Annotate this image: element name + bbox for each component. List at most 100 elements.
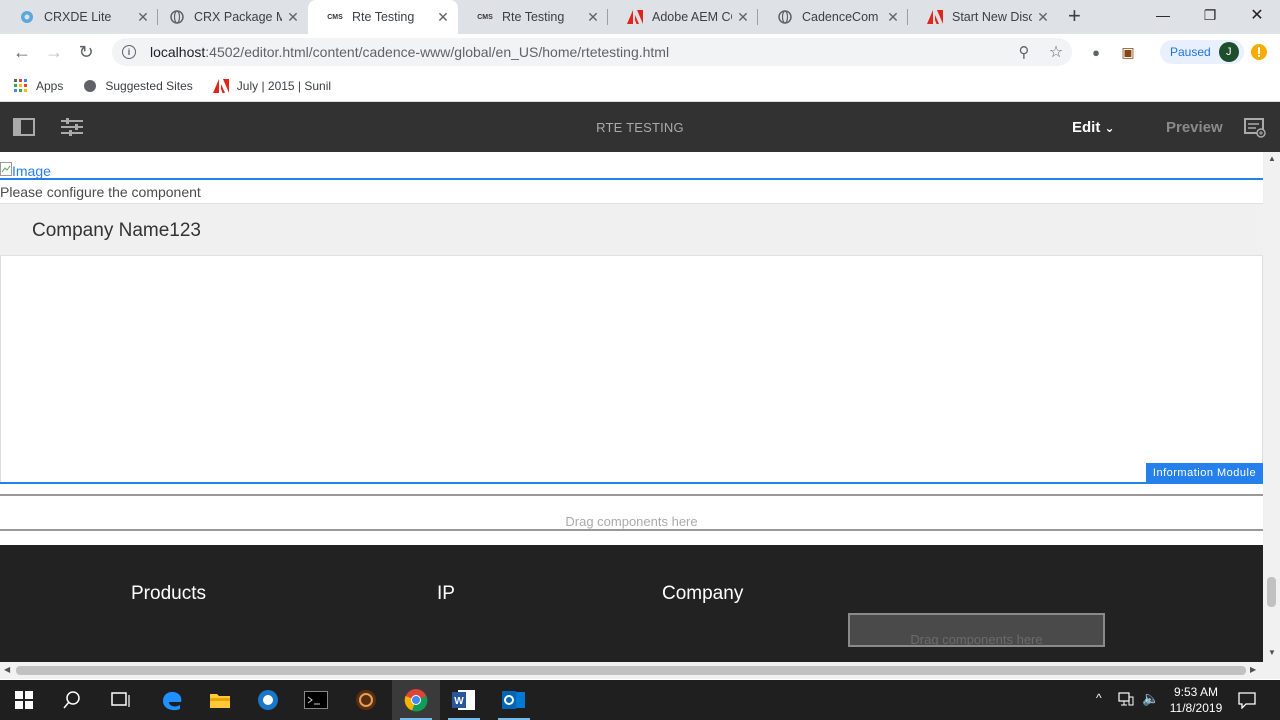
system-clock[interactable]: 9:53 AM 11/8/2019: [1166, 684, 1226, 716]
broken-image-icon: [0, 162, 12, 179]
folder-icon: [210, 694, 230, 708]
tab-title: Rte Testing: [502, 10, 565, 24]
cms-icon: CMS: [477, 13, 493, 21]
taskbar-app[interactable]: [244, 680, 292, 720]
restore-button[interactable]: ❐: [1187, 0, 1233, 30]
back-button[interactable]: ←: [10, 42, 34, 62]
action-center-icon[interactable]: [1238, 691, 1256, 714]
footer-heading-products[interactable]: Products: [131, 583, 206, 605]
mode-select-edit[interactable]: Edit ⌄: [1072, 119, 1115, 136]
page-content: Image Please configure the component Com…: [0, 152, 1263, 662]
scroll-left-arrow-icon[interactable]: ◀: [4, 665, 10, 674]
new-tab-button[interactable]: +: [1068, 4, 1081, 28]
browser-tab-active[interactable]: CMS Rte Testing ✕: [308, 0, 458, 34]
company-name: Company Name123: [32, 220, 201, 241]
clock-date: 11/8/2019: [1169, 701, 1223, 715]
task-view-button[interactable]: [96, 680, 144, 720]
footer-heading-ip[interactable]: IP: [437, 583, 455, 605]
tab-title: Rte Testing: [352, 10, 415, 24]
start-button[interactable]: [0, 680, 48, 720]
windows-logo-icon: [15, 691, 33, 709]
zoom-icon[interactable]: ⚲: [1012, 42, 1036, 62]
profile-button[interactable]: Paused J: [1160, 40, 1244, 64]
svg-text:W: W: [454, 696, 464, 707]
browser-tab[interactable]: CMS Rte Testing ✕: [458, 0, 608, 34]
bookmark-star-icon[interactable]: ☆: [1044, 42, 1068, 62]
clock-time: 9:53 AM: [1173, 685, 1219, 699]
globe-icon: [777, 9, 793, 25]
adobe-icon: [927, 9, 943, 25]
browser-tab[interactable]: CadenceCom - I ✕: [758, 0, 908, 34]
chevron-down-icon: ⌄: [1104, 121, 1115, 135]
scroll-down-arrow-icon[interactable]: ▼: [1268, 648, 1276, 657]
show-hidden-icons[interactable]: ^: [1096, 691, 1102, 705]
search-icon: [63, 691, 80, 709]
extension-icon[interactable]: ●: [1084, 42, 1108, 62]
extension-icon[interactable]: ▣: [1116, 42, 1140, 62]
cms-icon: CMS: [327, 13, 343, 21]
forward-button[interactable]: →: [42, 42, 66, 62]
adobe-icon: [212, 78, 229, 93]
scroll-up-arrow-icon[interactable]: ▲: [1268, 154, 1276, 163]
broken-image-link[interactable]: Image: [0, 162, 51, 179]
information-module-label[interactable]: Information Module: [1146, 463, 1263, 483]
edge-icon: [163, 691, 182, 711]
taskbar-word[interactable]: W: [440, 680, 488, 720]
app-icon: [356, 690, 376, 710]
divider: [0, 529, 1263, 531]
close-tab-icon[interactable]: ✕: [882, 9, 904, 26]
browser-tab[interactable]: CRX Package Ma ✕: [150, 0, 308, 34]
close-tab-icon[interactable]: ✕: [282, 9, 304, 26]
taskbar-file-explorer[interactable]: [196, 680, 244, 720]
browser-toolbar: ← → ↻ i localhost:4502/editor.html/conte…: [0, 34, 1280, 70]
preview-button[interactable]: Preview: [1166, 119, 1223, 136]
site-info-icon[interactable]: i: [122, 45, 136, 59]
footer-drag-placeholder[interactable]: Drag components here: [848, 613, 1105, 647]
browser-tab[interactable]: CRXDE Lite ✕: [0, 0, 158, 34]
bookmark-apps[interactable]: Apps: [14, 78, 63, 93]
bookmark-sunil[interactable]: July | 2015 | Sunil: [212, 78, 331, 93]
scrollbar-thumb[interactable]: [16, 666, 1246, 675]
update-alert-icon[interactable]: [1247, 42, 1271, 62]
chrome-icon: [404, 689, 428, 712]
network-icon[interactable]: [1118, 691, 1134, 712]
minimize-button[interactable]: —: [1140, 0, 1186, 30]
browser-tab-strip: CRXDE Lite ✕ CRX Package Ma ✕ CMS Rte Te…: [0, 0, 1280, 34]
terminal-icon: [304, 691, 328, 709]
scroll-right-arrow-icon[interactable]: ▶: [1250, 665, 1256, 674]
browser-tab[interactable]: Adobe AEM CQ ✕: [608, 0, 758, 34]
component-selection-line: [0, 482, 1263, 484]
configure-message: Please configure the component: [0, 184, 201, 200]
vertical-scrollbar[interactable]: ▲ ▼: [1263, 152, 1280, 662]
divider: [0, 494, 1263, 496]
browser-tab[interactable]: Start New Discu ✕: [908, 0, 1058, 34]
drag-components-placeholder[interactable]: Drag components here: [0, 514, 1263, 529]
scrollbar-thumb[interactable]: [1267, 577, 1276, 607]
address-bar[interactable]: i localhost:4502/editor.html/content/cad…: [112, 38, 1072, 66]
information-module-body[interactable]: [0, 256, 1263, 484]
close-tab-icon[interactable]: ✕: [732, 9, 754, 26]
adobe-icon: [627, 9, 643, 25]
company-header[interactable]: Company Name123: [0, 203, 1263, 256]
reload-button[interactable]: ↻: [74, 42, 98, 62]
bookmark-suggested-sites[interactable]: Suggested Sites: [83, 79, 193, 93]
volume-icon[interactable]: 🔈: [1142, 690, 1159, 707]
close-window-button[interactable]: ✕: [1234, 0, 1280, 30]
taskbar-chrome[interactable]: [392, 680, 440, 720]
taskbar-terminal[interactable]: [292, 680, 340, 720]
footer-heading-company[interactable]: Company: [662, 583, 743, 605]
search-button[interactable]: [48, 680, 96, 720]
footer: Products IP Company Drag components here: [0, 545, 1263, 662]
close-tab-icon[interactable]: ✕: [582, 9, 604, 26]
aem-editor-toolbar: RTE TESTING Edit ⌄ Preview: [0, 102, 1280, 152]
tab-title: Adobe AEM CQ: [652, 10, 732, 24]
taskbar-app[interactable]: [342, 680, 390, 720]
close-tab-icon[interactable]: ✕: [432, 9, 454, 26]
annotations-icon[interactable]: [1244, 118, 1266, 143]
tab-title: CadenceCom - I: [802, 10, 882, 24]
taskbar-outlook[interactable]: [490, 680, 538, 720]
task-view-icon: [111, 692, 130, 707]
horizontal-scrollbar[interactable]: ◀ ▶: [0, 662, 1280, 679]
taskbar-edge[interactable]: [148, 680, 196, 720]
close-tab-icon[interactable]: ✕: [1032, 9, 1054, 26]
